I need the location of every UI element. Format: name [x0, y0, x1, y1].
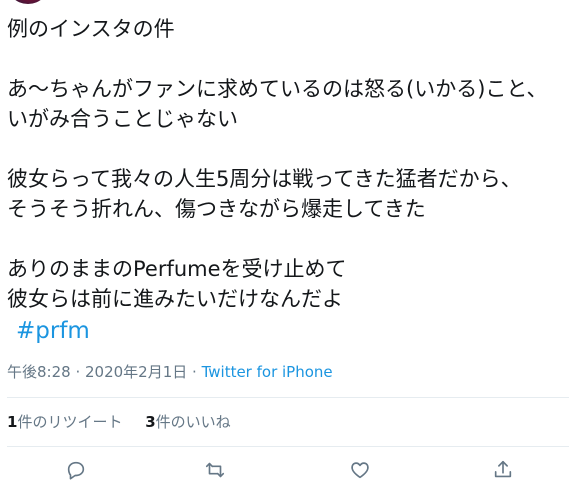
- tweet-line: 彼女らは前に進みたいだけなんだよ: [7, 287, 343, 311]
- avatar[interactable]: [6, 0, 50, 4]
- share-icon: [494, 460, 512, 478]
- retweet-count: 1: [7, 413, 18, 431]
- tweet-line: ありのままのPerfumeを受け止めて: [7, 257, 347, 281]
- tweet-stats: 1件のリツイート 3件のいいね: [7, 411, 249, 432]
- tweet-actions: [0, 456, 576, 484]
- retweet-icon: [205, 462, 225, 478]
- retweet-stat[interactable]: 1件のリツイート: [7, 413, 122, 431]
- tweet-date[interactable]: 2020年2月1日: [85, 363, 187, 381]
- like-stat[interactable]: 3件のいいね: [145, 413, 230, 431]
- tweet-text: 例のインスタの件 あ〜ちゃんがファンに求めているのは怒る(いかる)こと、 いがみ…: [7, 14, 567, 314]
- reply-icon: [67, 461, 85, 480]
- meta-separator: ·: [70, 363, 85, 381]
- tweet-time[interactable]: 午後8:28: [7, 363, 71, 381]
- reply-button[interactable]: [62, 456, 90, 484]
- retweet-button[interactable]: [201, 456, 229, 484]
- retweet-label: 件のリツイート: [17, 413, 123, 431]
- share-button[interactable]: [489, 456, 517, 484]
- tweet-line: そうそう折れん、傷つきながら爆走してきた: [7, 197, 426, 221]
- divider: [7, 397, 569, 398]
- tweet-line: あ〜ちゃんがファンに求めているのは怒る(いかる)こと、: [7, 77, 548, 101]
- tweet-source-link[interactable]: Twitter for iPhone: [202, 363, 333, 381]
- tweet-line: 例のインスタの件: [7, 17, 175, 41]
- tweet-meta: 午後8:28 · 2020年2月1日 · Twitter for iPhone: [7, 361, 333, 382]
- meta-separator: ·: [187, 363, 202, 381]
- like-count: 3: [145, 413, 156, 431]
- like-button[interactable]: [346, 456, 374, 484]
- tweet-line: いがみ合うことじゃない: [7, 107, 238, 131]
- like-label: 件のいいね: [155, 413, 231, 431]
- tweet-line: 彼女らって我々の人生5周分は戦ってきた猛者だから、: [7, 167, 522, 191]
- hashtag-link[interactable]: #prfm: [16, 316, 90, 346]
- divider: [7, 446, 569, 447]
- heart-icon: [351, 462, 369, 479]
